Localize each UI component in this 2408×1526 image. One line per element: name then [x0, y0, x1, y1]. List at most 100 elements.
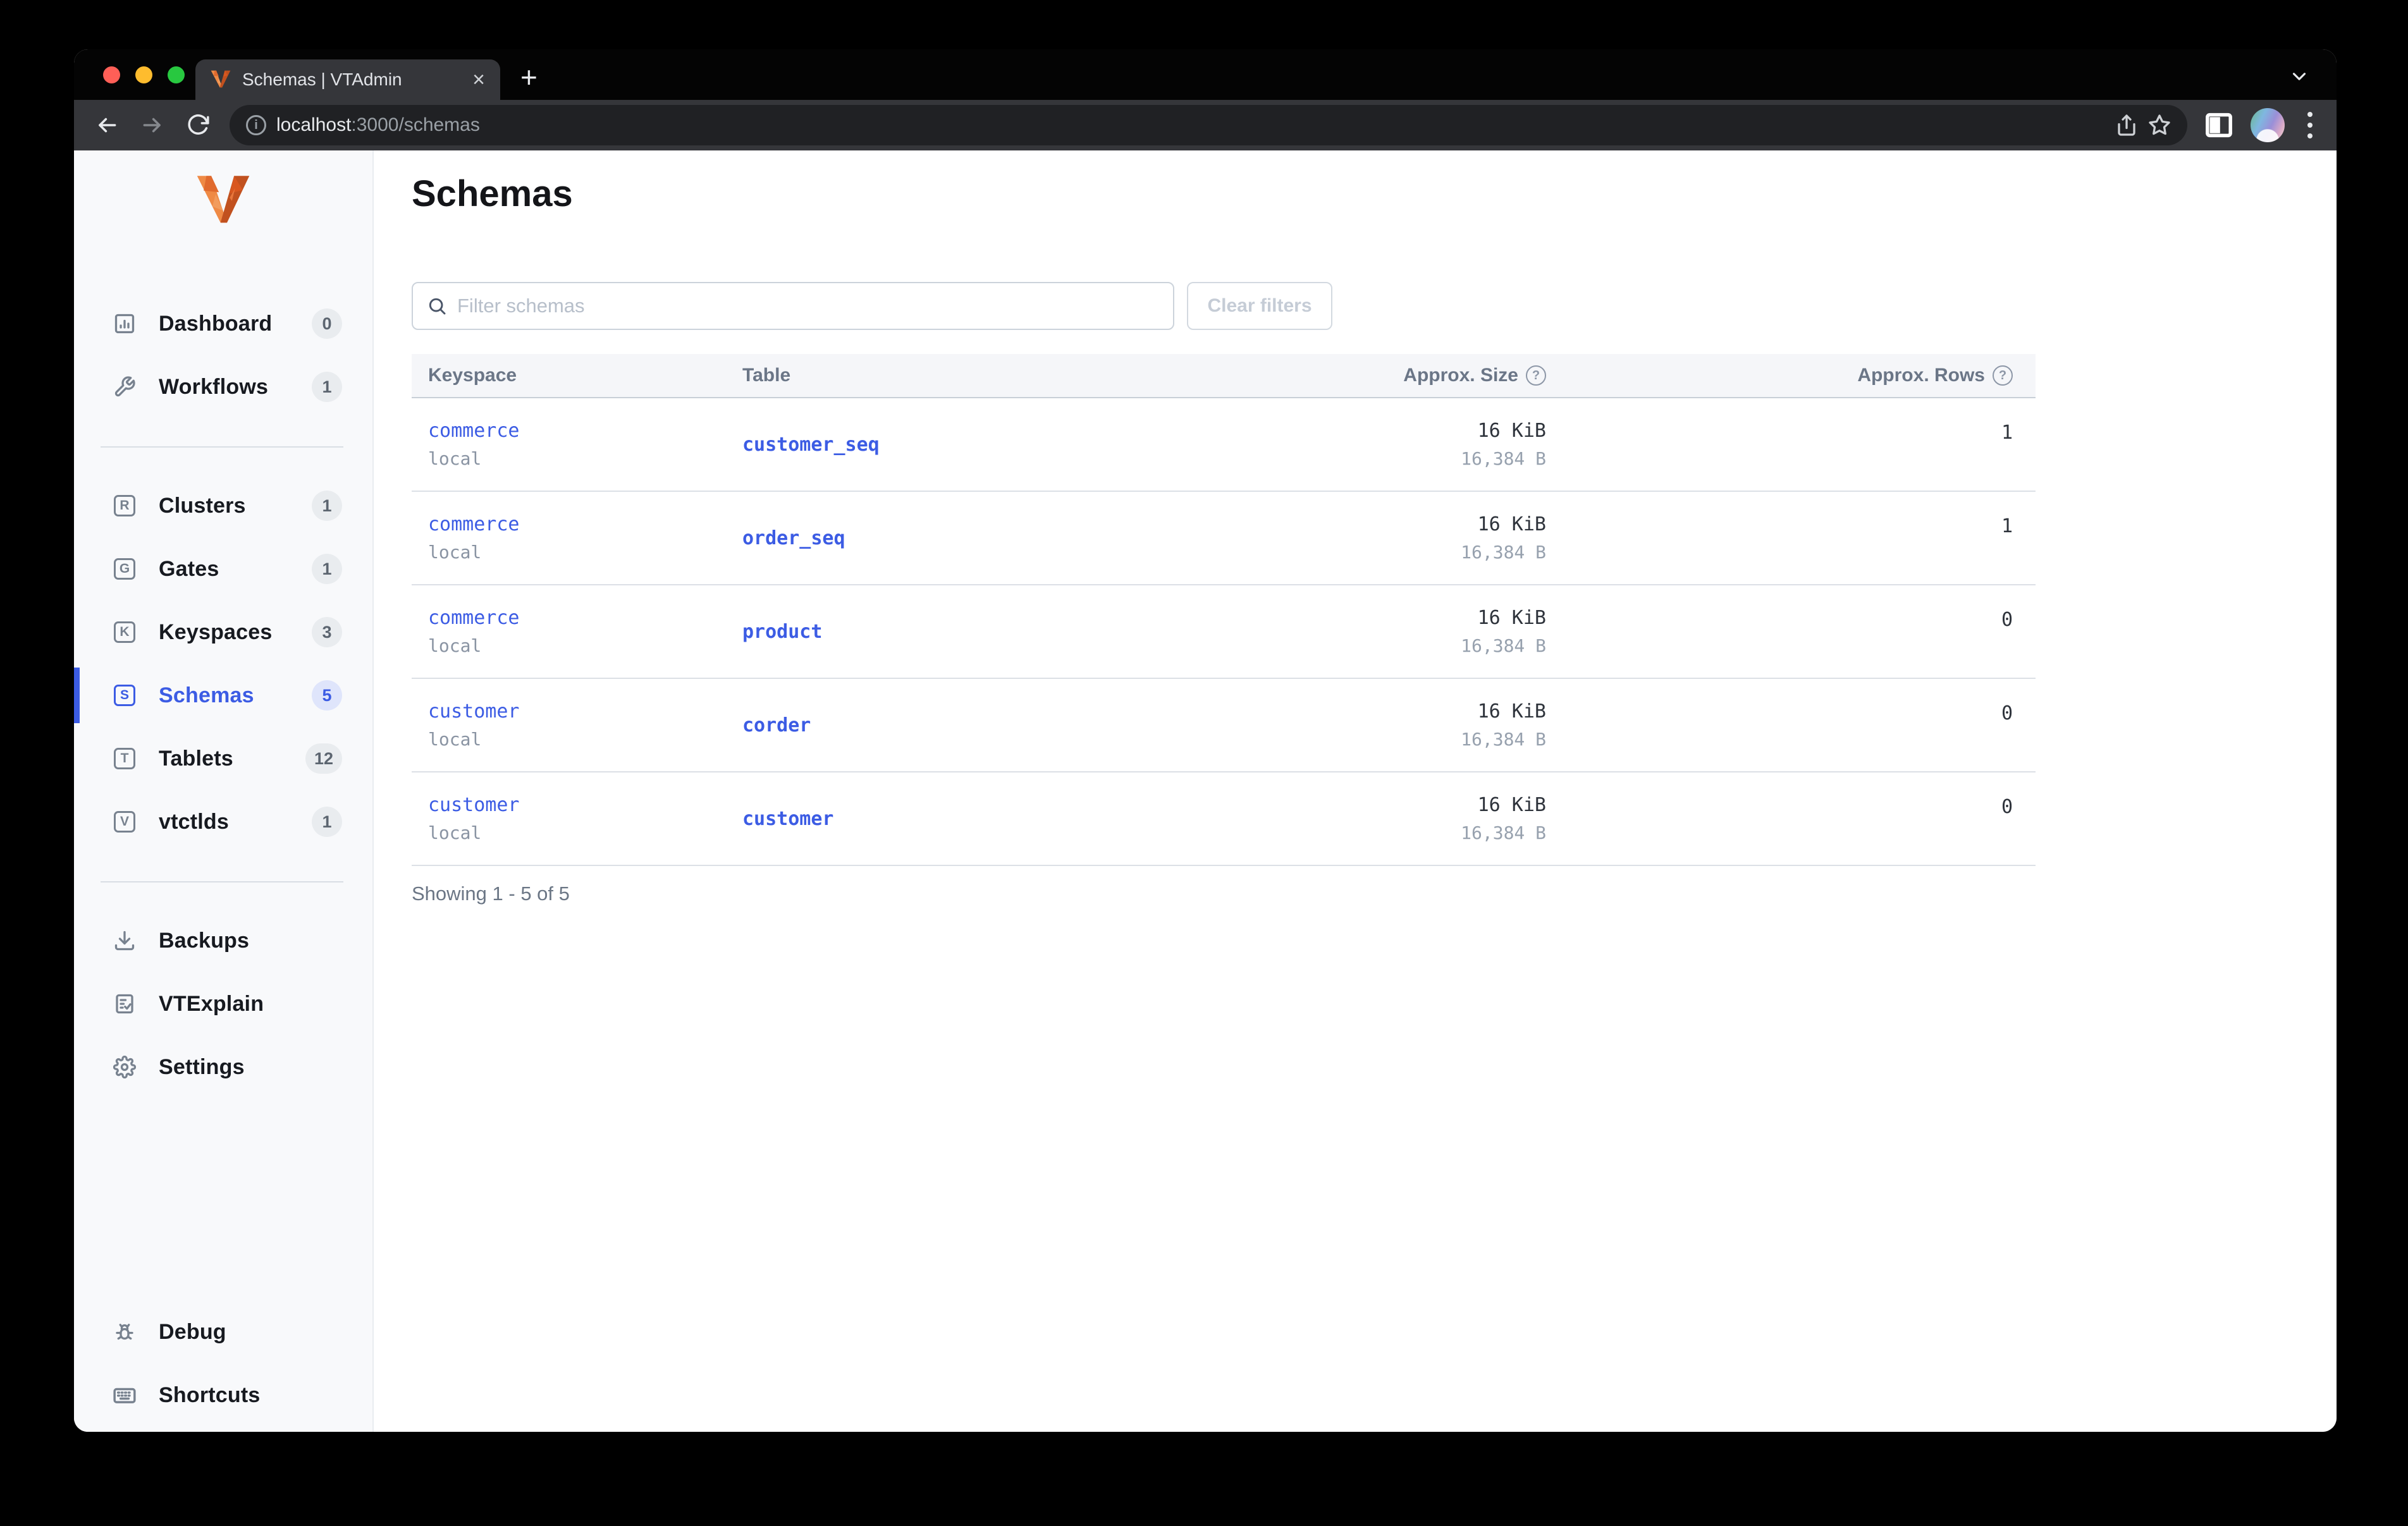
size-bytes: 16,384 B — [1461, 542, 1546, 563]
sidebar-item-label: Shortcuts — [159, 1383, 261, 1407]
schemas-table: Keyspace Table Approx. Size? Approx. Row… — [412, 354, 2036, 866]
rows-cell: 0 — [1568, 679, 2036, 771]
rows-value: 0 — [2001, 702, 2013, 724]
table-link[interactable]: customer_seq — [742, 434, 1100, 456]
sidebar-item-backups[interactable]: Backups — [74, 913, 372, 968]
dashboard-icon — [111, 312, 138, 335]
help-icon[interactable]: ? — [1526, 365, 1546, 386]
site-info-icon[interactable]: i — [246, 115, 266, 135]
gear-icon — [111, 1056, 138, 1078]
sidebar: Dashboard 0 Workflows 1 R Clusters 1 G G… — [74, 150, 374, 1432]
zoom-window-button[interactable] — [168, 66, 185, 83]
bookmark-star-icon[interactable] — [2148, 114, 2171, 137]
table-link[interactable]: corder — [742, 714, 1100, 736]
table-row: commerce local product 16 KiB 16,384 B 0 — [412, 585, 2036, 679]
tab-close-icon[interactable]: × — [472, 69, 485, 90]
count-badge: 1 — [312, 807, 342, 837]
column-header-size[interactable]: Approx. Size? — [1100, 365, 1568, 386]
count-badge: 0 — [312, 308, 342, 339]
keyboard-icon — [111, 1383, 138, 1407]
url-text[interactable]: localhost:3000/schemas — [276, 114, 480, 136]
size-cell: 16 KiB 16,384 B — [1100, 492, 1568, 584]
table-link[interactable]: order_seq — [742, 527, 1100, 549]
size-cell: 16 KiB 16,384 B — [1100, 772, 1568, 865]
rows-cell: 1 — [1568, 492, 2036, 584]
sidebar-item-schemas[interactable]: S Schemas 5 — [74, 668, 372, 723]
sidebar-item-workflows[interactable]: Workflows 1 — [74, 359, 372, 415]
sidebar-item-shortcuts[interactable]: Shortcuts — [74, 1367, 372, 1423]
table-row: customer local customer 16 KiB 16,384 B … — [412, 772, 2036, 866]
size-value: 16 KiB — [1477, 607, 1546, 629]
keyspace-link[interactable]: commerce — [428, 420, 742, 442]
size-value: 16 KiB — [1477, 513, 1546, 535]
side-panel-icon[interactable] — [2205, 113, 2233, 138]
profile-avatar[interactable] — [2251, 108, 2285, 142]
sidebar-item-gates[interactable]: G Gates 1 — [74, 541, 372, 597]
forward-button[interactable] — [138, 111, 166, 139]
help-icon[interactable]: ? — [1993, 365, 2013, 386]
tab-list-chevron-icon[interactable] — [2288, 66, 2310, 90]
sidebar-divider — [101, 881, 343, 882]
size-bytes: 16,384 B — [1461, 448, 1546, 469]
sidebar-item-dashboard[interactable]: Dashboard 0 — [74, 296, 372, 351]
cluster-label: local — [428, 448, 482, 469]
keyspace-link[interactable]: customer — [428, 700, 742, 723]
browser-toolbar: i localhost:3000/schemas — [74, 100, 2337, 150]
pagination-status: Showing 1 - 5 of 5 — [412, 882, 570, 905]
sidebar-item-label: Debug — [159, 1319, 226, 1344]
share-icon[interactable] — [2115, 114, 2138, 137]
browser-tab[interactable]: Schemas | VTAdmin × — [195, 59, 500, 100]
column-header-table[interactable]: Table — [742, 365, 1100, 386]
size-cell: 16 KiB 16,384 B — [1100, 679, 1568, 771]
size-bytes: 16,384 B — [1461, 635, 1546, 656]
sidebar-nav: Dashboard 0 Workflows 1 R Clusters 1 G G… — [74, 296, 372, 1432]
cluster-label: local — [428, 542, 482, 563]
sidebar-item-tablets[interactable]: T Tablets 12 — [74, 731, 372, 786]
keyspace-cell: commerce local — [412, 585, 742, 678]
filter-schemas-input[interactable] — [457, 295, 1159, 317]
sidebar-item-label: Keyspaces — [159, 620, 273, 644]
rows-cell: 1 — [1568, 398, 2036, 491]
rows-cell: 0 — [1568, 772, 2036, 865]
table-row: customer local corder 16 KiB 16,384 B 0 — [412, 679, 2036, 772]
column-header-rows[interactable]: Approx. Rows? — [1568, 365, 2036, 386]
sidebar-item-vtexplain[interactable]: VTExplain — [74, 976, 372, 1032]
url-path: :3000/schemas — [351, 114, 480, 135]
new-tab-button[interactable]: + — [520, 57, 538, 97]
minimize-window-button[interactable] — [135, 66, 152, 83]
sidebar-item-debug[interactable]: Debug — [74, 1304, 372, 1360]
table-link[interactable]: customer — [742, 808, 1100, 830]
schemas-letter-icon: S — [111, 685, 138, 706]
count-badge: 1 — [312, 491, 342, 521]
back-button[interactable] — [93, 111, 121, 139]
table-cell: customer_seq — [742, 398, 1100, 491]
close-window-button[interactable] — [103, 66, 120, 83]
sidebar-item-label: Dashboard — [159, 311, 273, 336]
clusters-letter-icon: R — [111, 495, 138, 516]
table-cell: product — [742, 585, 1100, 678]
keyspace-link[interactable]: commerce — [428, 513, 742, 535]
table-cell: corder — [742, 679, 1100, 771]
keyspace-link[interactable]: commerce — [428, 607, 742, 629]
sidebar-item-clusters[interactable]: R Clusters 1 — [74, 478, 372, 534]
address-bar[interactable]: i localhost:3000/schemas — [230, 105, 2187, 145]
rows-value: 1 — [2001, 515, 2013, 537]
clear-filters-button[interactable]: Clear filters — [1187, 282, 1332, 330]
sidebar-item-keyspaces[interactable]: K Keyspaces 3 — [74, 604, 372, 660]
table-link[interactable]: product — [742, 621, 1100, 643]
reload-button[interactable] — [184, 111, 212, 139]
keyspace-cell: commerce local — [412, 398, 742, 491]
count-badge: 1 — [312, 372, 342, 402]
rows-value: 0 — [2001, 608, 2013, 631]
gates-letter-icon: G — [111, 558, 138, 580]
cluster-label: local — [428, 822, 482, 843]
document-check-icon — [111, 992, 138, 1015]
sidebar-item-vtctlds[interactable]: V vtctlds 1 — [74, 794, 372, 850]
count-badge: 3 — [312, 617, 342, 647]
keyspace-link[interactable]: customer — [428, 794, 742, 816]
cluster-label: local — [428, 635, 482, 656]
browser-menu-icon[interactable] — [2302, 112, 2318, 138]
column-header-keyspace[interactable]: Keyspace — [412, 365, 742, 386]
sidebar-item-settings[interactable]: Settings — [74, 1039, 372, 1095]
